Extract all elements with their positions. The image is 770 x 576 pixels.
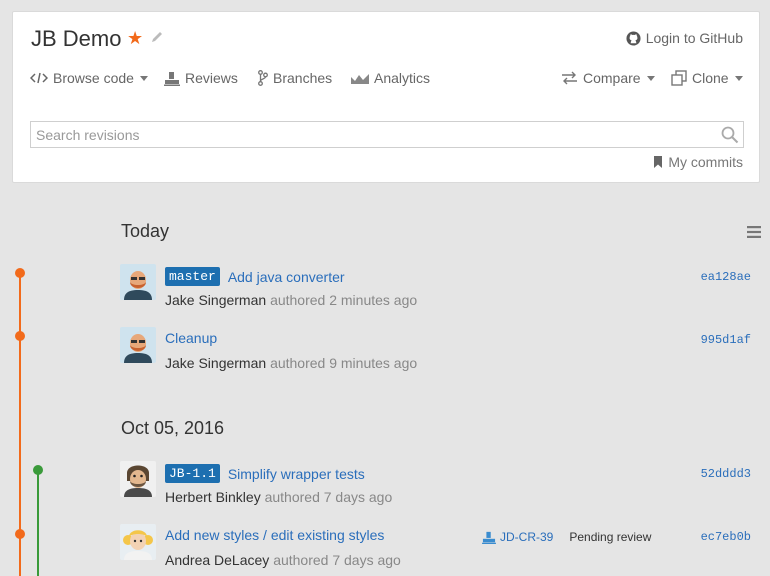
commit-message-link[interactable]: Cleanup <box>165 330 217 346</box>
search-input[interactable] <box>31 122 711 147</box>
commit-node <box>15 268 25 278</box>
commit-hash-link[interactable]: ea128ae <box>701 270 751 284</box>
search-icon[interactable] <box>721 126 739 144</box>
commit-meta: authored 2 minutes ago <box>270 292 418 308</box>
author-name: Jake Singerman <box>165 292 267 308</box>
code-icon <box>30 72 48 84</box>
code-review-status: JD-CR-39 Pending review <box>482 530 651 544</box>
commit-row: JB-1.1 Simplify wrapper tests Herbert Bi… <box>120 461 760 511</box>
commit-hash-link[interactable]: 52dddd3 <box>701 467 751 481</box>
commit-meta: authored 7 days ago <box>264 489 393 505</box>
clone-label: Clone <box>692 70 729 86</box>
branches-label: Branches <box>273 70 333 86</box>
commit-row: Cleanup Jake Singerman authored 9 minute… <box>120 327 760 377</box>
commit-node <box>15 331 25 341</box>
branch-icon <box>258 70 268 86</box>
analytics-label: Analytics <box>374 70 431 86</box>
date-heading: Today <box>121 221 170 241</box>
browse-code-label: Browse code <box>53 70 134 86</box>
reviewer-icon <box>482 531 496 544</box>
reviewer-icon <box>164 71 180 86</box>
search-box <box>30 121 744 148</box>
hamburger-menu-icon[interactable] <box>747 226 761 238</box>
branch-tag[interactable]: master <box>165 267 220 286</box>
compare-label: Compare <box>583 70 641 86</box>
clone-icon <box>671 70 687 86</box>
reviews-label: Reviews <box>185 70 238 86</box>
tag-label[interactable]: JB-1.1 <box>165 464 220 483</box>
commit-message-link[interactable]: Simplify wrapper tests <box>228 466 365 482</box>
chevron-down-icon <box>139 75 148 81</box>
commit-node <box>33 465 43 475</box>
compare-icon <box>562 71 577 85</box>
repo-header-card: JB Demo ★ Login to GitHub Browse code Re… <box>12 11 760 183</box>
repo-title[interactable]: JB Demo <box>31 26 121 52</box>
chevron-down-icon <box>734 75 743 81</box>
login-github-link[interactable]: Login to GitHub <box>626 30 743 46</box>
bookmark-icon <box>654 156 663 168</box>
review-id-link[interactable]: JD-CR-39 <box>500 530 553 544</box>
commit-graph <box>15 268 43 576</box>
my-commits-link[interactable]: My commits <box>653 154 743 170</box>
branches-nav[interactable]: Branches <box>258 70 332 86</box>
reviews-nav[interactable]: Reviews <box>164 70 238 86</box>
browse-code-menu[interactable]: Browse code <box>30 70 148 86</box>
analytics-icon <box>351 74 369 84</box>
avatar <box>120 461 156 497</box>
author-name: Herbert Binkley <box>165 489 261 505</box>
pencil-icon[interactable] <box>150 30 164 47</box>
login-label: Login to GitHub <box>645 30 743 46</box>
commit-message-link[interactable]: Add java converter <box>228 269 345 285</box>
compare-menu[interactable]: Compare <box>561 70 655 86</box>
star-icon[interactable]: ★ <box>127 28 143 49</box>
date-heading: Oct 05, 2016 <box>121 418 225 438</box>
commit-row: master Add java converter Jake Singerman… <box>120 264 760 314</box>
github-icon <box>626 30 641 46</box>
avatar <box>120 524 156 560</box>
commit-meta: authored 7 days ago <box>273 552 401 568</box>
my-commits-label: My commits <box>668 154 743 170</box>
clone-menu[interactable]: Clone <box>671 70 743 86</box>
commit-message-link[interactable]: Add new styles / edit existing styles <box>165 527 384 543</box>
author-name: Andrea DeLacey <box>165 552 270 568</box>
review-status-label: Pending review <box>569 530 652 544</box>
commit-hash-link[interactable]: ec7eb0b <box>701 530 751 544</box>
commit-meta: authored 9 minutes ago <box>270 355 418 371</box>
avatar <box>120 264 156 300</box>
chevron-down-icon <box>646 75 655 81</box>
commit-row: Add new styles / edit existing styles JD… <box>120 524 760 574</box>
analytics-nav[interactable]: Analytics <box>351 70 430 86</box>
avatar <box>120 327 156 363</box>
commit-hash-link[interactable]: 995d1af <box>701 333 751 347</box>
author-name: Jake Singerman <box>165 355 267 371</box>
commit-node <box>15 529 25 539</box>
